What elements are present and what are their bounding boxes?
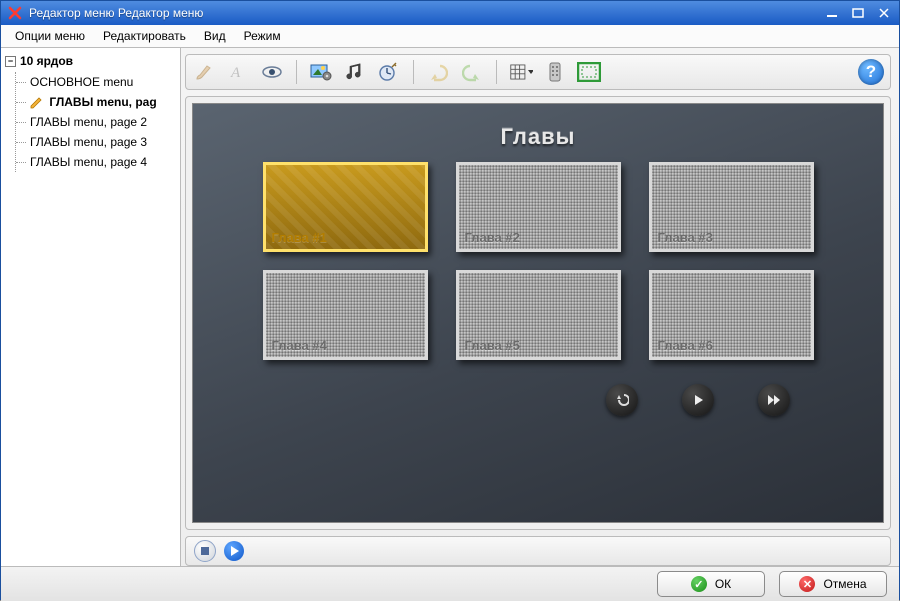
chapter-label: Глава #1 bbox=[272, 230, 327, 245]
tree-item-label: ГЛАВЫ menu, pag bbox=[49, 95, 156, 109]
tree-item-label: ГЛАВЫ menu, page 3 bbox=[30, 135, 147, 149]
toolbar: A ? bbox=[185, 54, 891, 90]
chapter-thumbnail[interactable]: Глава #3 bbox=[649, 162, 814, 252]
preview-panel: Главы Глава #1 Глава #2 Глава #3 bbox=[185, 96, 891, 530]
tree-item[interactable]: ГЛАВЫ menu, pag bbox=[16, 92, 176, 112]
eye-icon[interactable] bbox=[260, 60, 284, 84]
stop-button[interactable] bbox=[194, 540, 216, 562]
help-button[interactable]: ? bbox=[858, 59, 884, 85]
tree-root-label: 10 ярдов bbox=[20, 54, 73, 68]
nav-play-button[interactable] bbox=[682, 384, 714, 416]
app-window: Редактор меню Редактор меню Опции меню Р… bbox=[0, 0, 900, 600]
pencil-icon bbox=[30, 97, 42, 109]
chapter-label: Глава #3 bbox=[658, 230, 713, 245]
chapter-label: Глава #5 bbox=[465, 338, 520, 353]
menu-mode[interactable]: Режим bbox=[236, 27, 289, 45]
chapter-label: Глава #6 bbox=[658, 338, 713, 353]
svg-text:A: A bbox=[230, 65, 241, 81]
tree-item-label: ОСНОВНОЕ menu bbox=[30, 75, 133, 89]
tree-item[interactable]: ГЛАВЫ menu, page 2 bbox=[16, 112, 176, 132]
menu-options[interactable]: Опции меню bbox=[7, 27, 93, 45]
undo-icon bbox=[426, 60, 450, 84]
window-title: Редактор меню Редактор меню bbox=[29, 6, 821, 20]
dialog-footer: ✓ ОК ✕ Отмена bbox=[1, 566, 899, 601]
cancel-icon: ✕ bbox=[799, 576, 815, 592]
tree-item-label: ГЛАВЫ menu, page 4 bbox=[30, 155, 147, 169]
chapter-thumbnail[interactable]: Глава #6 bbox=[649, 270, 814, 360]
chapter-thumbnail[interactable]: Глава #5 bbox=[456, 270, 621, 360]
menu-edit[interactable]: Редактировать bbox=[95, 27, 194, 45]
play-button[interactable] bbox=[224, 541, 244, 561]
cancel-button[interactable]: ✕ Отмена bbox=[779, 571, 887, 597]
dvd-title[interactable]: Главы bbox=[501, 124, 576, 150]
maximize-button[interactable] bbox=[847, 6, 869, 20]
chapter-thumbnail[interactable]: Глава #4 bbox=[263, 270, 428, 360]
chapter-label: Глава #4 bbox=[272, 338, 327, 353]
check-icon: ✓ bbox=[691, 576, 707, 592]
tree-root[interactable]: − 10 ярдов bbox=[5, 54, 176, 68]
nav-back-button[interactable] bbox=[606, 384, 638, 416]
chapter-label: Глава #2 bbox=[465, 230, 520, 245]
chapter-thumbnail[interactable]: Глава #1 bbox=[263, 162, 428, 252]
remote-icon[interactable] bbox=[543, 60, 567, 84]
menu-view[interactable]: Вид bbox=[196, 27, 234, 45]
transport-bar bbox=[185, 536, 891, 566]
redo-icon bbox=[460, 60, 484, 84]
titlebar: Редактор меню Редактор меню bbox=[1, 1, 899, 25]
timer-icon[interactable] bbox=[377, 60, 401, 84]
nav-next-button[interactable] bbox=[758, 384, 790, 416]
collapse-icon[interactable]: − bbox=[5, 56, 16, 67]
cancel-label: Отмена bbox=[823, 577, 866, 591]
image-settings-icon[interactable] bbox=[309, 60, 333, 84]
ok-button[interactable]: ✓ ОК bbox=[657, 571, 765, 597]
minimize-button[interactable] bbox=[821, 6, 843, 20]
tree-item[interactable]: ОСНОВНОЕ menu bbox=[16, 72, 176, 92]
audio-icon[interactable] bbox=[343, 60, 367, 84]
tree-item[interactable]: ГЛАВЫ menu, page 3 bbox=[16, 132, 176, 152]
safe-area-icon[interactable] bbox=[577, 60, 601, 84]
app-icon bbox=[7, 5, 23, 21]
page-tree: − 10 ярдов ОСНОВНОЕ menu ГЛАВЫ menu, pag… bbox=[1, 48, 181, 566]
menubar: Опции меню Редактировать Вид Режим bbox=[1, 25, 899, 48]
tree-item[interactable]: ГЛАВЫ menu, page 4 bbox=[16, 152, 176, 172]
chapter-thumbnail[interactable]: Глава #2 bbox=[456, 162, 621, 252]
ok-label: ОК bbox=[715, 577, 731, 591]
tree-item-label: ГЛАВЫ menu, page 2 bbox=[30, 115, 147, 129]
dvd-menu-canvas[interactable]: Главы Глава #1 Глава #2 Глава #3 bbox=[192, 103, 884, 523]
text-style-icon: A bbox=[226, 60, 250, 84]
brush-icon bbox=[192, 60, 216, 84]
grid-icon[interactable] bbox=[509, 60, 533, 84]
close-button[interactable] bbox=[873, 6, 895, 20]
